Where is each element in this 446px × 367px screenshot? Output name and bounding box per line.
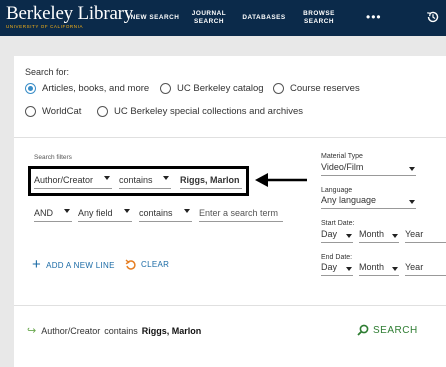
row2-field-select[interactable]: Any field (78, 206, 132, 222)
search-button-label: SEARCH (373, 324, 418, 336)
section-divider (14, 305, 446, 306)
clear-label: CLEAR (141, 260, 170, 269)
end-month-select[interactable]: Month (359, 262, 399, 276)
search-button[interactable]: SEARCH (357, 324, 418, 336)
nav-journal-search[interactable]: JOURNAL SEARCH (186, 0, 232, 36)
language-label: Language (321, 187, 353, 194)
radio-articles[interactable]: Articles, books, and more (25, 83, 149, 94)
radio-course-reserves-label: Course reserves (290, 83, 360, 94)
start-month-value: Month (359, 229, 385, 239)
row2-search-term-input[interactable]: Enter a search term (199, 206, 283, 222)
chevron-down-icon (124, 209, 130, 213)
row2-operator-select[interactable]: contains (139, 206, 192, 222)
chevron-down-icon (392, 234, 398, 238)
nav-new-search[interactable]: NEW SEARCH (127, 0, 183, 36)
add-new-line-button[interactable]: + ADD A NEW LINE (32, 256, 115, 273)
row2-operator-value: contains (139, 208, 173, 218)
history-icon[interactable] (426, 10, 440, 24)
chevron-down-icon (346, 234, 352, 238)
start-year-placeholder: Year (405, 229, 424, 239)
start-date-label: Start Date: (321, 220, 355, 227)
chevron-down-icon (346, 267, 352, 271)
row2-boolean-value: AND (34, 208, 54, 218)
end-month-value: Month (359, 262, 385, 272)
end-day-select[interactable]: Day (321, 262, 353, 276)
right-arrow-icon: ↪ (27, 325, 37, 337)
summary-value: Riggs, Marlon (141, 325, 202, 336)
start-month-select[interactable]: Month (359, 229, 399, 243)
row2-search-term-placeholder: Enter a search term (199, 208, 279, 218)
query-summary: ↪ Author/Creator contains Riggs, Marlon (27, 324, 201, 337)
radio-uc-berkeley-catalog[interactable]: UC Berkeley catalog (160, 83, 264, 94)
summary-field: Author/Creator (41, 325, 101, 336)
nav-browse-search-line2: SEARCH (304, 18, 334, 25)
nav-new-search-label: NEW SEARCH (130, 14, 180, 21)
logo-text: Berkeley Library (6, 3, 134, 24)
nav-databases[interactable]: DATABASES (240, 0, 288, 36)
add-new-line-label: ADD A NEW LINE (46, 260, 115, 270)
end-year-input[interactable]: Year (405, 262, 446, 276)
material-type-label: Material Type (321, 153, 363, 160)
chevron-down-icon (184, 209, 190, 213)
radio-worldcat[interactable]: WorldCat (25, 106, 81, 117)
more-menu-icon[interactable]: ••• (366, 11, 382, 23)
top-nav-bar: Berkeley Library UNIVERSITY OF CALIFORNI… (0, 0, 446, 36)
undo-icon (125, 259, 136, 270)
section-divider (14, 137, 446, 138)
start-day-select[interactable]: Day (321, 229, 353, 243)
row2-boolean-select[interactable]: AND (34, 206, 72, 222)
radio-articles-label: Articles, books, and more (42, 83, 150, 94)
plus-icon: + (32, 256, 42, 273)
left-arrow-icon (255, 173, 307, 187)
language-select[interactable]: Any language (321, 195, 416, 209)
row2-field-value: Any field (78, 208, 113, 218)
nav-browse-search[interactable]: BROWSE SEARCH (298, 0, 340, 36)
search-for-label: Search for: (25, 67, 70, 77)
nav-databases-label: DATABASES (242, 14, 286, 21)
search-icon (357, 324, 369, 336)
start-day-value: Day (321, 229, 338, 239)
language-value: Any language (321, 195, 377, 205)
summary-operator: contains (104, 325, 138, 336)
radio-selected-icon (25, 83, 36, 94)
chevron-down-icon (409, 167, 415, 171)
radio-unselected-icon (97, 106, 108, 117)
chevron-down-icon (409, 200, 415, 204)
radio-special-collections-label: UC Berkeley special collections and arch… (114, 106, 304, 117)
nav-browse-search-line1: BROWSE (303, 10, 335, 17)
nav-journal-search-line1: JOURNAL (191, 10, 227, 17)
chevron-down-icon (64, 209, 70, 213)
search-filters-label: Search filters (34, 154, 72, 161)
end-year-placeholder: Year (405, 262, 424, 272)
nav-journal-search-line2: SEARCH (194, 18, 224, 25)
material-type-value: Video/Film (321, 162, 364, 172)
radio-unselected-icon (160, 83, 171, 94)
clear-button[interactable]: CLEAR (125, 259, 169, 270)
end-date-label: End Date: (321, 254, 353, 261)
logo-subtext: UNIVERSITY OF CALIFORNIA (6, 24, 84, 29)
radio-catalog-label: UC Berkeley catalog (177, 83, 264, 94)
radio-worldcat-label: WorldCat (42, 106, 82, 117)
radio-special-collections[interactable]: UC Berkeley special collections and arch… (97, 106, 303, 117)
radio-unselected-icon (273, 83, 284, 94)
radio-course-reserves[interactable]: Course reserves (273, 83, 360, 94)
material-type-select[interactable]: Video/Film (321, 162, 416, 176)
radio-unselected-icon (25, 106, 36, 117)
start-year-input[interactable]: Year (405, 229, 446, 243)
end-day-value: Day (321, 262, 338, 272)
berkeley-library-logo[interactable]: Berkeley Library UNIVERSITY OF CALIFORNI… (6, 3, 134, 30)
highlight-box (28, 166, 249, 196)
chevron-down-icon (392, 267, 398, 271)
